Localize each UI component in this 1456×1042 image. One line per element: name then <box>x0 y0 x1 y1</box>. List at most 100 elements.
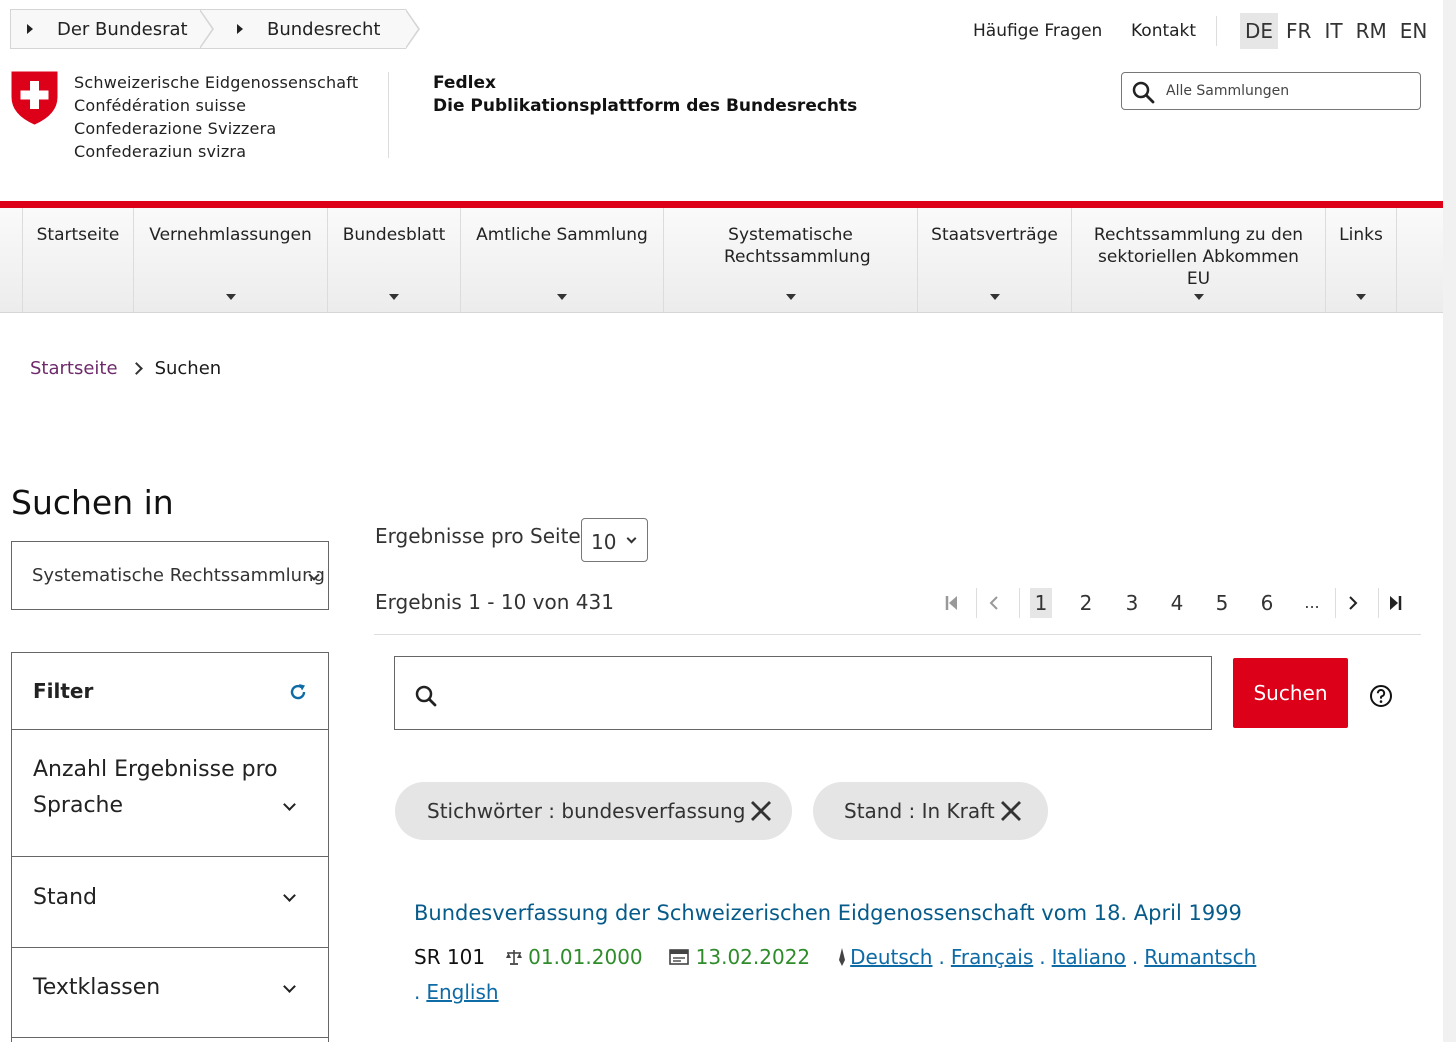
result-count: Ergebnis 1 - 10 von 431 <box>375 590 614 614</box>
search-icon <box>1132 81 1155 104</box>
first-page-icon[interactable] <box>944 588 968 618</box>
site-title: Fedlex Die Publikationsplattform des Bun… <box>433 72 857 118</box>
swiss-coat-of-arms-logo[interactable] <box>11 71 58 125</box>
lang-de[interactable]: DE <box>1240 13 1279 49</box>
chip-label: Stichwörter : bundesverfassung <box>427 799 746 823</box>
nav-label: Rechtssammlung zu den sektoriellen Abkom… <box>1093 225 1304 289</box>
close-icon[interactable] <box>749 799 773 823</box>
caret-right-icon <box>27 24 33 34</box>
lang-fr[interactable]: FR <box>1281 13 1316 49</box>
next-page-icon[interactable] <box>1346 588 1368 618</box>
accent-bar <box>0 201 1443 208</box>
contact-link[interactable]: Kontakt <box>1131 21 1196 41</box>
per-page-label: Ergebnisse pro Seite <box>375 524 581 548</box>
date-version: 13.02.2022 <box>695 945 811 969</box>
chevron-down-icon <box>626 533 637 544</box>
lang-link-en[interactable]: English <box>426 980 498 1004</box>
last-page-icon[interactable] <box>1389 588 1411 618</box>
filter-chip-stand: Stand : In Kraft <box>813 782 1048 840</box>
filter-textklassen[interactable]: Textklassen <box>12 948 328 1038</box>
top-breadcrumb-bundesrecht[interactable]: Bundesrecht <box>200 9 420 49</box>
chevron-down-icon <box>283 980 296 993</box>
lang-rm[interactable]: RM <box>1351 13 1392 49</box>
caret-right-icon <box>237 24 243 34</box>
site-subtitle: Die Publikationsplattform des Bundesrech… <box>433 96 858 116</box>
filter-chip-keywords: Stichwörter : bundesverfassung <box>395 782 792 840</box>
result-title-link[interactable]: Bundesverfassung der Schweizerischen Eid… <box>414 901 1242 925</box>
filter-title: Filter <box>33 679 94 703</box>
chip-label: Stand : In Kraft <box>844 799 995 823</box>
page-ellipsis: ... <box>1304 593 1320 612</box>
language-switcher: DE FR IT RM EN <box>1240 13 1435 49</box>
filter-header: Filter <box>12 653 328 730</box>
caret-down-icon <box>389 294 399 300</box>
filter-label: Anzahl Ergebnisse pro Sprache <box>33 757 278 818</box>
sidebar-title: Suchen in <box>11 483 174 522</box>
nav-staatsvertraege[interactable]: Staatsverträge <box>917 208 1071 312</box>
nav-startseite[interactable]: Startseite <box>22 208 133 312</box>
lang-link-rm[interactable]: Rumantsch <box>1144 945 1256 969</box>
confederation-it: Confederazione Svizzera <box>74 119 277 138</box>
top-breadcrumb-label: Der Bundesrat <box>57 18 188 40</box>
confederation-de: Schweizerische Eidgenossenschaft <box>74 73 359 92</box>
lang-link-fr[interactable]: Français <box>951 945 1033 969</box>
page-2[interactable]: 2 <box>1074 588 1098 618</box>
main-search-input[interactable] <box>455 675 1195 711</box>
lang-it[interactable]: IT <box>1319 13 1347 49</box>
result-meta: SR 101 01.01.2000 13.02.2022 Deutsch . F… <box>414 945 1257 969</box>
collection-select[interactable]: Systematische Rechtssammlung <box>11 541 329 610</box>
close-icon[interactable] <box>999 799 1023 823</box>
nav-label: Startseite <box>36 225 120 245</box>
scales-icon <box>506 950 523 965</box>
faq-link[interactable]: Häufige Fragen <box>973 21 1102 41</box>
nav-systematische-rechtssammlung[interactable]: Systematische Rechtssammlung <box>663 208 917 312</box>
per-page-select[interactable]: 10 <box>581 518 648 562</box>
page-5[interactable]: 5 <box>1210 588 1234 618</box>
filter-panel: Filter Anzahl Ergebnisse pro Sprache Sta… <box>11 652 329 1042</box>
lang-en[interactable]: EN <box>1395 13 1433 49</box>
prev-page-icon[interactable] <box>987 588 1009 618</box>
nav-label: Vernehmlassungen <box>149 225 312 245</box>
search-button[interactable]: Suchen <box>1233 658 1348 728</box>
filter-results-per-language[interactable]: Anzahl Ergebnisse pro Sprache <box>12 730 328 857</box>
chevron-right-icon <box>129 362 143 375</box>
help-icon[interactable] <box>1369 684 1393 708</box>
nav-vernehmlassungen[interactable]: Vernehmlassungen <box>133 208 327 312</box>
page-3[interactable]: 3 <box>1120 588 1144 618</box>
page-6[interactable]: 6 <box>1255 588 1279 618</box>
caret-down-icon <box>1193 294 1204 300</box>
main-nav: Startseite Vernehmlassungen Bundesblatt … <box>0 208 1443 313</box>
lang-link-it[interactable]: Italiano <box>1052 945 1126 969</box>
page-1[interactable]: 1 <box>1030 588 1052 618</box>
divider <box>1216 16 1217 46</box>
date-in-force: 01.01.2000 <box>528 945 643 969</box>
confederation-fr: Confédération suisse <box>74 96 247 115</box>
breadcrumb-home[interactable]: Startseite <box>30 358 118 379</box>
result-meta-cont: . English <box>414 980 499 1004</box>
confederation-names: Schweizerische Eidgenossenschaft Confédé… <box>74 71 358 163</box>
filter-label: Textklassen <box>33 975 161 1000</box>
nav-links[interactable]: Links <box>1325 208 1397 312</box>
nav-label: Amtliche Sammlung <box>476 225 648 245</box>
refresh-icon[interactable] <box>288 682 308 702</box>
sr-number: SR 101 <box>414 945 486 969</box>
top-breadcrumb: Der Bundesrat Bundesrecht <box>10 9 420 49</box>
top-breadcrumb-label: Bundesrecht <box>267 18 381 40</box>
breadcrumb-current: Suchen <box>154 358 222 379</box>
nav-amtliche-sammlung[interactable]: Amtliche Sammlung <box>460 208 663 312</box>
divider <box>374 634 1421 635</box>
top-breadcrumb-bundesrat[interactable]: Der Bundesrat <box>10 9 214 49</box>
scrollbar[interactable] <box>1443 0 1456 1042</box>
lang-link-de[interactable]: Deutsch <box>850 945 932 969</box>
calendar-icon <box>668 949 689 965</box>
caret-down-icon <box>785 294 796 300</box>
nav-rechtssammlung-eu[interactable]: Rechtssammlung zu den sektoriellen Abkom… <box>1071 208 1325 312</box>
pen-icon <box>839 948 846 966</box>
header-search-input[interactable] <box>1166 79 1406 103</box>
page-4[interactable]: 4 <box>1165 588 1189 618</box>
filter-stand[interactable]: Stand <box>12 857 328 948</box>
nav-bundesblatt[interactable]: Bundesblatt <box>327 208 460 312</box>
main-search[interactable] <box>394 656 1212 730</box>
caret-down-icon <box>1356 294 1366 300</box>
header-search[interactable] <box>1121 72 1421 110</box>
